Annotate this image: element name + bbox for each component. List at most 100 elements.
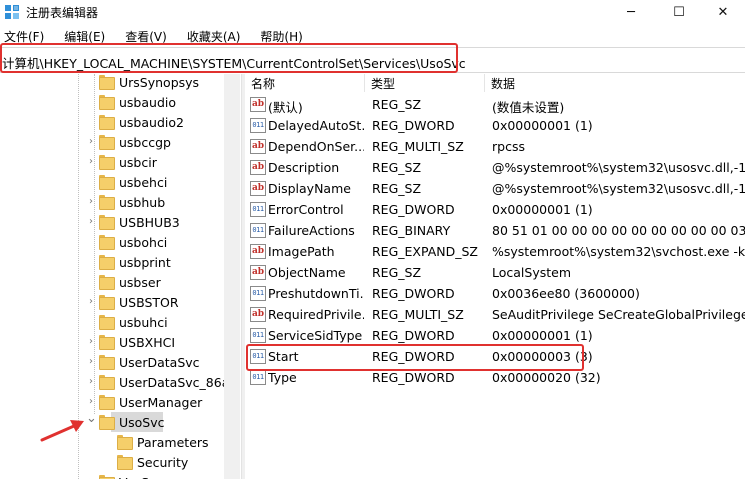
column-header-name[interactable]: 名称 <box>245 74 365 92</box>
column-header-data[interactable]: 数据 <box>485 74 745 92</box>
value-data: 80 51 01 00 00 00 00 00 00 00 00 00 03 0… <box>492 223 745 238</box>
binary-value-icon: 011 <box>250 118 266 133</box>
tree-item-label: UrsSynopsys <box>119 75 200 90</box>
value-name: FailureActions <box>268 223 355 238</box>
tree-item[interactable]: › UserManager <box>0 392 224 412</box>
tree-scrollbar[interactable] <box>224 74 240 479</box>
values-list[interactable]: 名称 类型 数据 ab (默认) REG_SZ (数值未设置) 011 DelayedAu… <box>245 74 745 479</box>
string-value-icon: ab <box>250 97 266 112</box>
folder-icon <box>99 275 115 290</box>
tree-item[interactable]: usbaudio <box>0 92 224 112</box>
tree-item[interactable]: › USBSTOR <box>0 292 224 312</box>
tree-item-label: UserManager <box>119 395 203 410</box>
value-name: PreshutdownTi... <box>268 286 364 301</box>
tree-item[interactable]: usbser <box>0 272 224 292</box>
value-data: %systemroot%\system32\svchost.exe -k net <box>492 244 745 259</box>
folder-icon <box>99 135 115 150</box>
maximize-button[interactable]: ☐ <box>656 0 702 24</box>
tree-item[interactable]: ›VacSvc <box>0 472 224 479</box>
value-row[interactable]: 011 ServiceSidType REG_DWORD 0x00000001 (1) <box>245 325 745 346</box>
value-row[interactable]: 011 DelayedAutoSt... REG_DWORD 0x00000001 (… <box>245 115 745 136</box>
tree-item[interactable]: usbaudio2 <box>0 112 224 132</box>
tree-item[interactable]: usbohci <box>0 232 224 252</box>
tree-item[interactable]: › UserDataSvc_86a8 <box>0 372 237 392</box>
folder-icon <box>99 235 115 250</box>
chevron-right-icon[interactable]: › <box>86 376 96 388</box>
tree-item[interactable]: Parameters <box>0 432 224 452</box>
minimize-button[interactable]: ─ <box>608 0 654 24</box>
value-row[interactable]: 011 FailureActions REG_BINARY 80 51 01 00 0… <box>245 220 745 241</box>
tree-item[interactable]: usbprint <box>0 252 224 272</box>
tree-pane[interactable]: UrsSynopsys usbaudio usbaudio2 › usbccgp › usb… <box>0 74 240 479</box>
tree-item-label: USBHUB3 <box>119 215 180 230</box>
column-header-type[interactable]: 类型 <box>365 74 485 92</box>
tree-item[interactable]: › UserDataSvc <box>0 352 224 372</box>
close-button[interactable]: ✕ <box>700 0 745 24</box>
folder-icon <box>99 315 115 330</box>
value-data: 0x0036ee80 (3600000) <box>492 286 640 301</box>
value-data: @%systemroot%\system32\usosvc.dll,-102 <box>492 160 745 175</box>
tree-item[interactable]: › usbccgp <box>0 132 224 152</box>
folder-icon <box>99 155 115 170</box>
folder-icon <box>99 395 115 410</box>
value-row[interactable]: ab (默认) REG_SZ (数值未设置) <box>245 94 745 115</box>
tree-item[interactable]: › USBHUB3 <box>0 212 224 232</box>
value-data: (数值未设置) <box>492 100 565 115</box>
tree-item[interactable]: Security <box>0 452 224 472</box>
value-name: DisplayName <box>268 181 351 196</box>
value-data: SeAuditPrivilege SeCreateGlobalPrivilege… <box>492 307 745 322</box>
value-type: REG_DWORD <box>372 328 455 343</box>
folder-icon <box>117 435 133 450</box>
tree-item-label: Parameters <box>137 435 209 450</box>
value-row[interactable]: ab DependOnSer... REG_MULTI_SZ rpcss <box>245 136 745 157</box>
value-data: 0x00000020 (32) <box>492 370 601 385</box>
value-type: REG_SZ <box>372 160 422 175</box>
tree-item[interactable]: usbehci <box>0 172 224 192</box>
folder-icon <box>99 415 115 430</box>
chevron-right-icon[interactable]: › <box>86 136 96 148</box>
chevron-right-icon[interactable]: › <box>86 356 96 368</box>
binary-value-icon: 011 <box>250 202 266 217</box>
tree-item-label: usbuhci <box>119 315 168 330</box>
tree-item-label: Security <box>137 455 189 470</box>
value-name: ImagePath <box>268 244 335 259</box>
value-name: DependOnSer... <box>268 139 364 154</box>
value-row[interactable]: ab RequiredPrivile... REG_MULTI_SZ SeAuditP… <box>245 304 745 325</box>
chevron-right-icon[interactable]: › <box>86 216 96 228</box>
tree-item[interactable]: UrsSynopsys <box>0 74 224 92</box>
value-row[interactable]: 011 PreshutdownTi... REG_DWORD 0x0036ee80 (… <box>245 283 745 304</box>
value-row[interactable]: ab DisplayName REG_SZ @%systemroot%\system3… <box>245 178 745 199</box>
chevron-right-icon[interactable]: › <box>86 156 96 168</box>
tree-item-label: usbaudio2 <box>119 115 184 130</box>
value-type: REG_SZ <box>372 97 422 112</box>
value-row[interactable]: 011 ErrorControl REG_DWORD 0x00000001 (1) <box>245 199 745 220</box>
value-data: @%systemroot%\system32\usosvc.dll,-101 <box>492 181 745 196</box>
value-data: rpcss <box>492 139 525 154</box>
value-type: REG_MULTI_SZ <box>372 307 464 322</box>
tree-item-label: USBXHCI <box>119 335 176 350</box>
tree-item-label: usbaudio <box>119 95 177 110</box>
value-row[interactable]: ab ObjectName REG_SZ LocalSystem <box>245 262 745 283</box>
value-type: REG_SZ <box>372 181 422 196</box>
chevron-right-icon[interactable]: › <box>86 396 96 408</box>
value-row[interactable]: ab ImagePath REG_EXPAND_SZ %systemroot%\sys… <box>245 241 745 262</box>
tree-item[interactable]: › usbcir <box>0 152 224 172</box>
annotation-arrow-icon <box>40 420 84 442</box>
chevron-right-icon[interactable]: › <box>86 296 96 308</box>
value-name: RequiredPrivile... <box>268 307 364 322</box>
tree-item[interactable]: ⌄ UsoSvc <box>0 412 224 432</box>
binary-value-icon: 011 <box>250 328 266 343</box>
value-name: Type <box>268 370 297 385</box>
tree-item[interactable]: › USBXHCI <box>0 332 224 352</box>
value-row[interactable]: ab Description REG_SZ @%systemroot%\system3… <box>245 157 745 178</box>
folder-icon <box>99 175 115 190</box>
tree-item-label: USBSTOR <box>119 295 179 310</box>
chevron-right-icon[interactable]: › <box>86 336 96 348</box>
window-title: 注册表编辑器 <box>26 6 99 20</box>
tree-item[interactable]: usbuhci <box>0 312 224 332</box>
tree-item[interactable]: › usbhub <box>0 192 224 212</box>
tree-item-label: usbcir <box>119 155 157 170</box>
chevron-right-icon[interactable]: › <box>86 196 96 208</box>
value-type: REG_DWORD <box>372 370 455 385</box>
folder-icon <box>117 455 133 470</box>
